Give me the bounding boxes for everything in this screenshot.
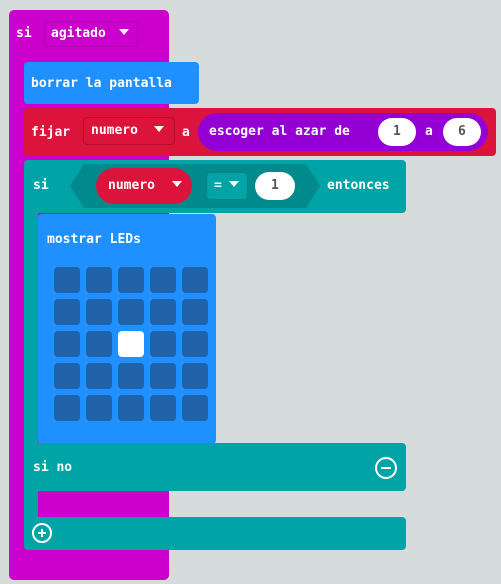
led-cell[interactable]: [86, 363, 112, 389]
else-slot-spine: [24, 488, 38, 520]
then-label: entonces: [327, 178, 390, 193]
minus-circle-icon[interactable]: [375, 457, 397, 479]
condition-variable-block[interactable]: numero: [96, 168, 192, 204]
set-to-label: a: [182, 125, 190, 140]
random-to-field[interactable]: 6: [443, 118, 481, 146]
random-from-field[interactable]: 1: [378, 118, 416, 146]
led-cell[interactable]: [86, 299, 112, 325]
led-cell[interactable]: [118, 299, 144, 325]
led-cell[interactable]: [118, 363, 144, 389]
led-cell[interactable]: [150, 267, 176, 293]
led-cell[interactable]: [118, 331, 144, 357]
random-to-label: a: [425, 124, 433, 139]
chevron-down-icon: [119, 26, 129, 42]
led-cell[interactable]: [54, 331, 80, 357]
clear-screen-label: borrar la pantalla: [31, 76, 172, 91]
comparison-operator-label: =: [214, 178, 222, 193]
led-cell[interactable]: [150, 395, 176, 421]
set-keyword: fijar: [31, 125, 71, 140]
if-keyword: si: [33, 178, 49, 193]
chevron-down-icon: [172, 178, 182, 194]
set-variable-dropdown[interactable]: numero: [83, 117, 175, 145]
chevron-down-icon: [154, 123, 164, 139]
led-cell[interactable]: [182, 299, 208, 325]
led-cell[interactable]: [118, 267, 144, 293]
led-cell[interactable]: [182, 267, 208, 293]
plus-circle-icon[interactable]: [32, 523, 52, 543]
condition-variable-label: numero: [108, 178, 155, 193]
comparison-operator-dropdown[interactable]: =: [206, 172, 248, 200]
led-cell[interactable]: [150, 299, 176, 325]
led-cell[interactable]: [150, 363, 176, 389]
random-to-value: 6: [458, 124, 466, 139]
event-keyword: si: [16, 26, 32, 41]
show-leds-label: mostrar LEDs: [47, 232, 141, 247]
condition-value: 1: [271, 178, 279, 193]
led-cell[interactable]: [86, 395, 112, 421]
random-from-value: 1: [393, 124, 401, 139]
condition-value-field[interactable]: 1: [255, 172, 295, 200]
gesture-dropdown-label: agitado: [51, 26, 106, 41]
gesture-dropdown[interactable]: agitado: [44, 21, 138, 47]
led-cell[interactable]: [86, 331, 112, 357]
set-variable-label: numero: [91, 123, 138, 138]
led-matrix[interactable]: [54, 267, 212, 425]
random-label: escoger al azar de: [209, 124, 350, 139]
led-cell[interactable]: [118, 395, 144, 421]
led-cell[interactable]: [54, 299, 80, 325]
led-cell[interactable]: [182, 395, 208, 421]
chevron-down-icon: [229, 178, 239, 194]
led-cell[interactable]: [54, 267, 80, 293]
led-cell[interactable]: [54, 395, 80, 421]
led-cell[interactable]: [86, 267, 112, 293]
led-cell[interactable]: [182, 331, 208, 357]
led-cell[interactable]: [182, 363, 208, 389]
if-block-footer[interactable]: [24, 517, 406, 550]
led-cell[interactable]: [150, 331, 176, 357]
led-cell[interactable]: [54, 363, 80, 389]
if-block-else-header[interactable]: [24, 443, 406, 491]
else-label: si no: [33, 460, 73, 475]
